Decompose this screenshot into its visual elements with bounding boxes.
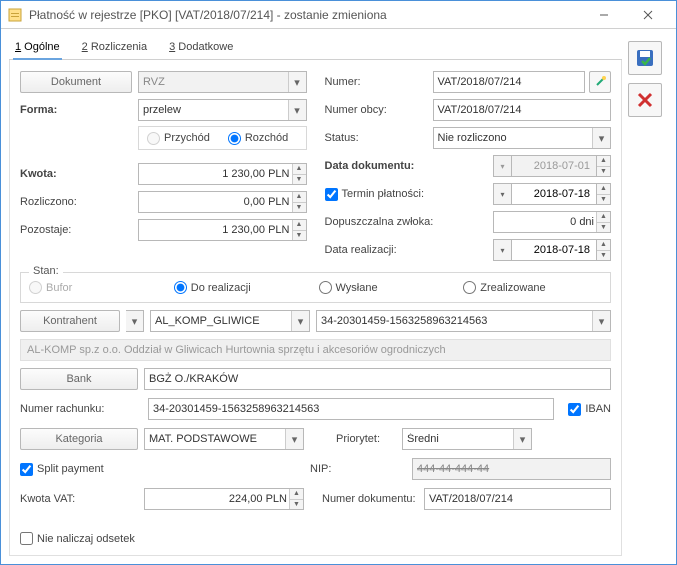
chevron-down-icon: ▾: [288, 72, 306, 92]
kwota-vat-input[interactable]: 224,00 PLN ▲▼: [144, 488, 304, 510]
priorytet-combo[interactable]: Średni▾: [402, 428, 532, 450]
client-area: 1 Ogólne 2 Rozliczenia 3 Dodatkowe Dokum…: [1, 29, 676, 564]
przychod-rozchod-group: Przychód Rozchód: [138, 126, 307, 150]
tab-dodatkowe[interactable]: 3 Dodatkowe: [167, 37, 235, 59]
stan-wyslane-radio[interactable]: Wysłane: [319, 281, 458, 294]
stan-bufor-radio: Bufor: [29, 281, 168, 294]
right-column: Numer: VAT/2018/07/214 Numer obcy: VAT/2…: [325, 70, 612, 266]
termin-platnosci-input[interactable]: ▾2018-07-18 ▲▼: [493, 183, 611, 205]
rozchod-radio[interactable]: Rozchód: [228, 132, 288, 145]
window-title: Płatność w rejestrze [PKO] [VAT/2018/07/…: [29, 8, 582, 22]
kwota-vat-label: Kwota VAT:: [20, 493, 138, 505]
nip-label: NIP:: [310, 463, 406, 475]
kontrahent-combo[interactable]: AL_KOMP_GLIWICE▾: [150, 310, 310, 332]
kategoria-button[interactable]: Kategoria: [20, 428, 138, 450]
rozliczono-input[interactable]: 0,00 PLN ▲▼: [138, 191, 307, 213]
numer-dokumentu-label: Numer dokumentu:: [322, 493, 418, 505]
iban-check[interactable]: IBAN: [568, 403, 611, 416]
titlebar: Płatność w rejestrze [PKO] [VAT/2018/07/…: [1, 1, 676, 29]
nie-naliczaj-odsetek-check[interactable]: Nie naliczaj odsetek: [20, 532, 135, 545]
side-toolbar: [628, 37, 668, 556]
zwloka-input[interactable]: 0 dni ▲▼: [493, 211, 611, 233]
tab-ogolne[interactable]: 1 Ogólne: [13, 37, 62, 59]
spin-down-icon[interactable]: ▼: [293, 175, 306, 185]
numer-rachunku-input[interactable]: 34-20301459-1563258963214563: [148, 398, 554, 420]
pozostaje-input[interactable]: 1 230,00 PLN ▲▼: [138, 219, 307, 241]
wand-button[interactable]: [589, 71, 611, 93]
kontrahent-account-combo[interactable]: 34-20301459-1563258963214563▾: [316, 310, 611, 332]
minimize-button[interactable]: [582, 2, 626, 28]
kontrahent-dropdown-icon[interactable]: ▾: [126, 310, 144, 332]
stan-legend: Stan:: [29, 265, 63, 277]
app-icon: [7, 7, 23, 23]
close-button[interactable]: [626, 2, 670, 28]
bank-button[interactable]: Bank: [20, 368, 138, 390]
tabs: 1 Ogólne 2 Rozliczenia 3 Dodatkowe: [9, 37, 622, 60]
dokument-label-button[interactable]: Dokument: [20, 71, 132, 93]
stan-fieldset: Stan: Bufor Do realizacji Wysłane Zreali…: [20, 272, 611, 303]
forma-combo[interactable]: przelew▾: [138, 99, 307, 121]
stan-dorealizacji-radio[interactable]: Do realizacji: [174, 281, 313, 294]
przychod-radio[interactable]: Przychód: [147, 132, 210, 145]
split-payment-check[interactable]: Split payment: [20, 463, 304, 476]
termin-platnosci-check[interactable]: Termin płatności:: [325, 188, 494, 201]
numer-obcy-label: Numer obcy:: [325, 104, 433, 116]
main-panel: 1 Ogólne 2 Rozliczenia 3 Dodatkowe Dokum…: [9, 37, 622, 556]
data-dokumentu-label: Data dokumentu:: [325, 160, 494, 172]
window-controls: [582, 2, 670, 28]
kontrahent-note: AL-KOMP sp.z o.o. Oddział w Gliwicach Hu…: [20, 339, 611, 361]
save-button[interactable]: [628, 41, 662, 75]
spin-up-icon[interactable]: ▲: [293, 164, 306, 175]
numer-label: Numer:: [325, 76, 433, 88]
data-realizacji-label: Data realizacji:: [325, 244, 494, 256]
kategoria-combo[interactable]: MAT. PODSTAWOWE▾: [144, 428, 304, 450]
cancel-button[interactable]: [628, 83, 662, 117]
pozostaje-label: Pozostaje:: [20, 224, 138, 236]
status-label: Status:: [325, 132, 433, 144]
form-area: Dokument RVZ▾ Forma: przelew▾: [9, 60, 622, 556]
zwloka-label: Dopuszczalna zwłoka:: [325, 216, 494, 228]
numer-obcy-input[interactable]: VAT/2018/07/214: [433, 99, 612, 121]
data-dokumentu-input: ▾2018-07-01 ▲▼: [493, 155, 611, 177]
chevron-down-icon[interactable]: ▾: [592, 128, 610, 148]
priorytet-label: Priorytet:: [336, 433, 396, 445]
nip-input: 444-44-444-44: [412, 458, 611, 480]
rozliczono-label: Rozliczono:: [20, 196, 138, 208]
data-realizacji-input[interactable]: ▾2018-07-18 ▲▼: [493, 239, 611, 261]
kwota-input[interactable]: 1 230,00 PLN ▲▼: [138, 163, 307, 185]
numer-rachunku-label: Numer rachunku:: [20, 403, 142, 415]
forma-label: Forma:: [20, 104, 138, 116]
left-column: Dokument RVZ▾ Forma: przelew▾: [20, 70, 307, 266]
stan-zrealizowane-radio[interactable]: Zrealizowane: [463, 281, 602, 294]
status-combo[interactable]: Nie rozliczono▾: [433, 127, 612, 149]
kwota-label: Kwota:: [20, 168, 138, 180]
dokument-combo: RVZ▾: [138, 71, 307, 93]
numer-input[interactable]: VAT/2018/07/214: [433, 71, 586, 93]
bank-input[interactable]: BGŻ O./KRAKÓW: [144, 368, 611, 390]
window: Płatność w rejestrze [PKO] [VAT/2018/07/…: [0, 0, 677, 565]
tab-rozliczenia[interactable]: 2 Rozliczenia: [80, 37, 149, 59]
numer-dokumentu-input[interactable]: VAT/2018/07/214: [424, 488, 611, 510]
kontrahent-button[interactable]: Kontrahent: [20, 310, 120, 332]
chevron-down-icon[interactable]: ▾: [288, 100, 306, 120]
